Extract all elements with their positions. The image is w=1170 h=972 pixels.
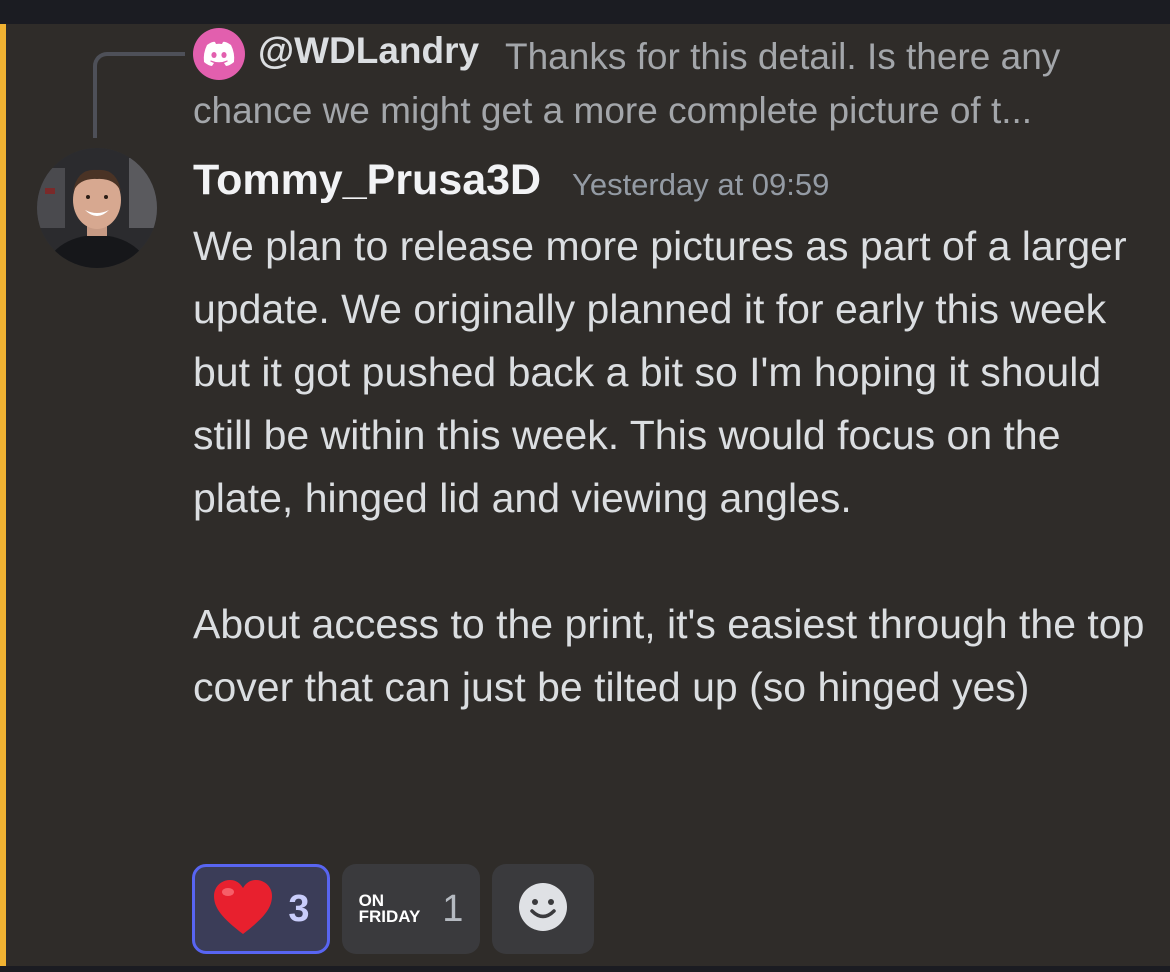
avatar[interactable] — [37, 148, 157, 268]
add-reaction-button[interactable] — [492, 864, 594, 954]
reaction-count: 3 — [288, 887, 310, 930]
reaction-heart[interactable]: 3 — [192, 864, 330, 954]
message-author[interactable]: Tommy_Prusa3D — [193, 156, 541, 205]
smiley-icon — [518, 882, 568, 937]
top-bar — [0, 0, 1170, 24]
bottom-bar — [0, 966, 1170, 972]
message-paragraph: We plan to release more pictures as part… — [193, 223, 1127, 521]
message-content: We plan to release more pictures as part… — [193, 215, 1153, 719]
mention-highlight-bar — [0, 24, 6, 966]
message-paragraph: About access to the print, it's easiest … — [193, 601, 1145, 710]
on-friday-emoji: ON FRIDAY — [358, 892, 421, 926]
reaction-on-friday[interactable]: ON FRIDAY 1 — [342, 864, 480, 954]
heart-emoji-icon — [212, 878, 274, 941]
reaction-count: 1 — [442, 887, 464, 930]
emoji-text-line: FRIDAY — [358, 907, 421, 926]
reply-connector — [93, 52, 185, 138]
message-timestamp: Yesterday at 09:59 — [572, 167, 830, 202]
reply-username[interactable]: @WDLandry — [258, 30, 479, 72]
